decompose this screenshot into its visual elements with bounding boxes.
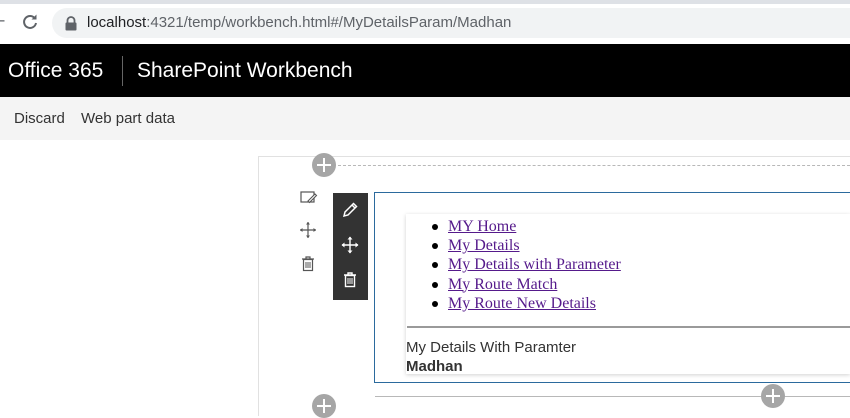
back-arrow-icon[interactable]: ←	[0, 10, 12, 32]
nav-link-my-details[interactable]: My Details	[448, 237, 520, 254]
delete-webpart-icon[interactable]	[340, 270, 360, 290]
delete-section-icon[interactable]	[298, 254, 318, 274]
nav-link-my-home[interactable]: MY Home	[448, 218, 516, 235]
url-host: localhost	[87, 14, 147, 31]
url-path: :4321/temp/workbench.html#/MyDetailsPara…	[146, 14, 512, 31]
address-bar[interactable]: localhost:4321/temp/workbench.html#/MyDe…	[52, 8, 850, 38]
lock-icon	[64, 16, 78, 31]
webpart-toolbar	[333, 193, 368, 300]
route-nav-list: MY Home My Details My Details with Param…	[432, 217, 621, 313]
content-divider	[407, 326, 850, 328]
nav-link-my-route-match[interactable]: My Route Match	[448, 276, 557, 293]
suite-bar: Office 365 SharePoint Workbench	[0, 44, 850, 97]
app-title: SharePoint Workbench	[137, 59, 353, 82]
section-toolbar	[296, 186, 318, 276]
command-bar: Discard Web part data	[0, 97, 850, 140]
edit-section-icon[interactable]	[298, 188, 318, 208]
edit-webpart-icon[interactable]	[340, 200, 360, 220]
office-365-brand[interactable]: Office 365	[8, 58, 103, 84]
add-section-top-icon[interactable]	[312, 153, 336, 177]
tab-strip	[0, 0, 850, 4]
add-webpart-icon[interactable]	[761, 384, 785, 408]
web-part-data-button[interactable]: Web part data	[81, 109, 175, 129]
list-item: My Route New Details	[432, 294, 621, 313]
list-item: My Details	[432, 236, 621, 255]
list-item: MY Home	[432, 217, 621, 236]
list-item: My Route Match	[432, 275, 621, 294]
reload-icon[interactable]	[20, 12, 40, 32]
move-webpart-icon[interactable]	[340, 235, 360, 255]
nav-link-my-route-new-details[interactable]: My Route New Details	[448, 295, 596, 312]
url-text: localhost:4321/temp/workbench.html#/MyDe…	[87, 13, 511, 33]
browser-toolbar: ← localhost:4321/temp/workbench.html#/My…	[0, 0, 850, 44]
suite-divider	[122, 56, 123, 86]
section-divider	[338, 165, 850, 166]
details-heading: My Details With Paramter	[406, 339, 577, 356]
discard-button[interactable]: Discard	[14, 109, 65, 129]
add-section-bottom-icon[interactable]	[312, 394, 336, 418]
move-section-icon[interactable]	[298, 220, 318, 240]
nav-link-my-details-with-parameter[interactable]: My Details with Parameter	[448, 256, 621, 273]
list-item: My Details with Parameter	[432, 255, 621, 274]
param-value: Madhan	[406, 358, 463, 375]
